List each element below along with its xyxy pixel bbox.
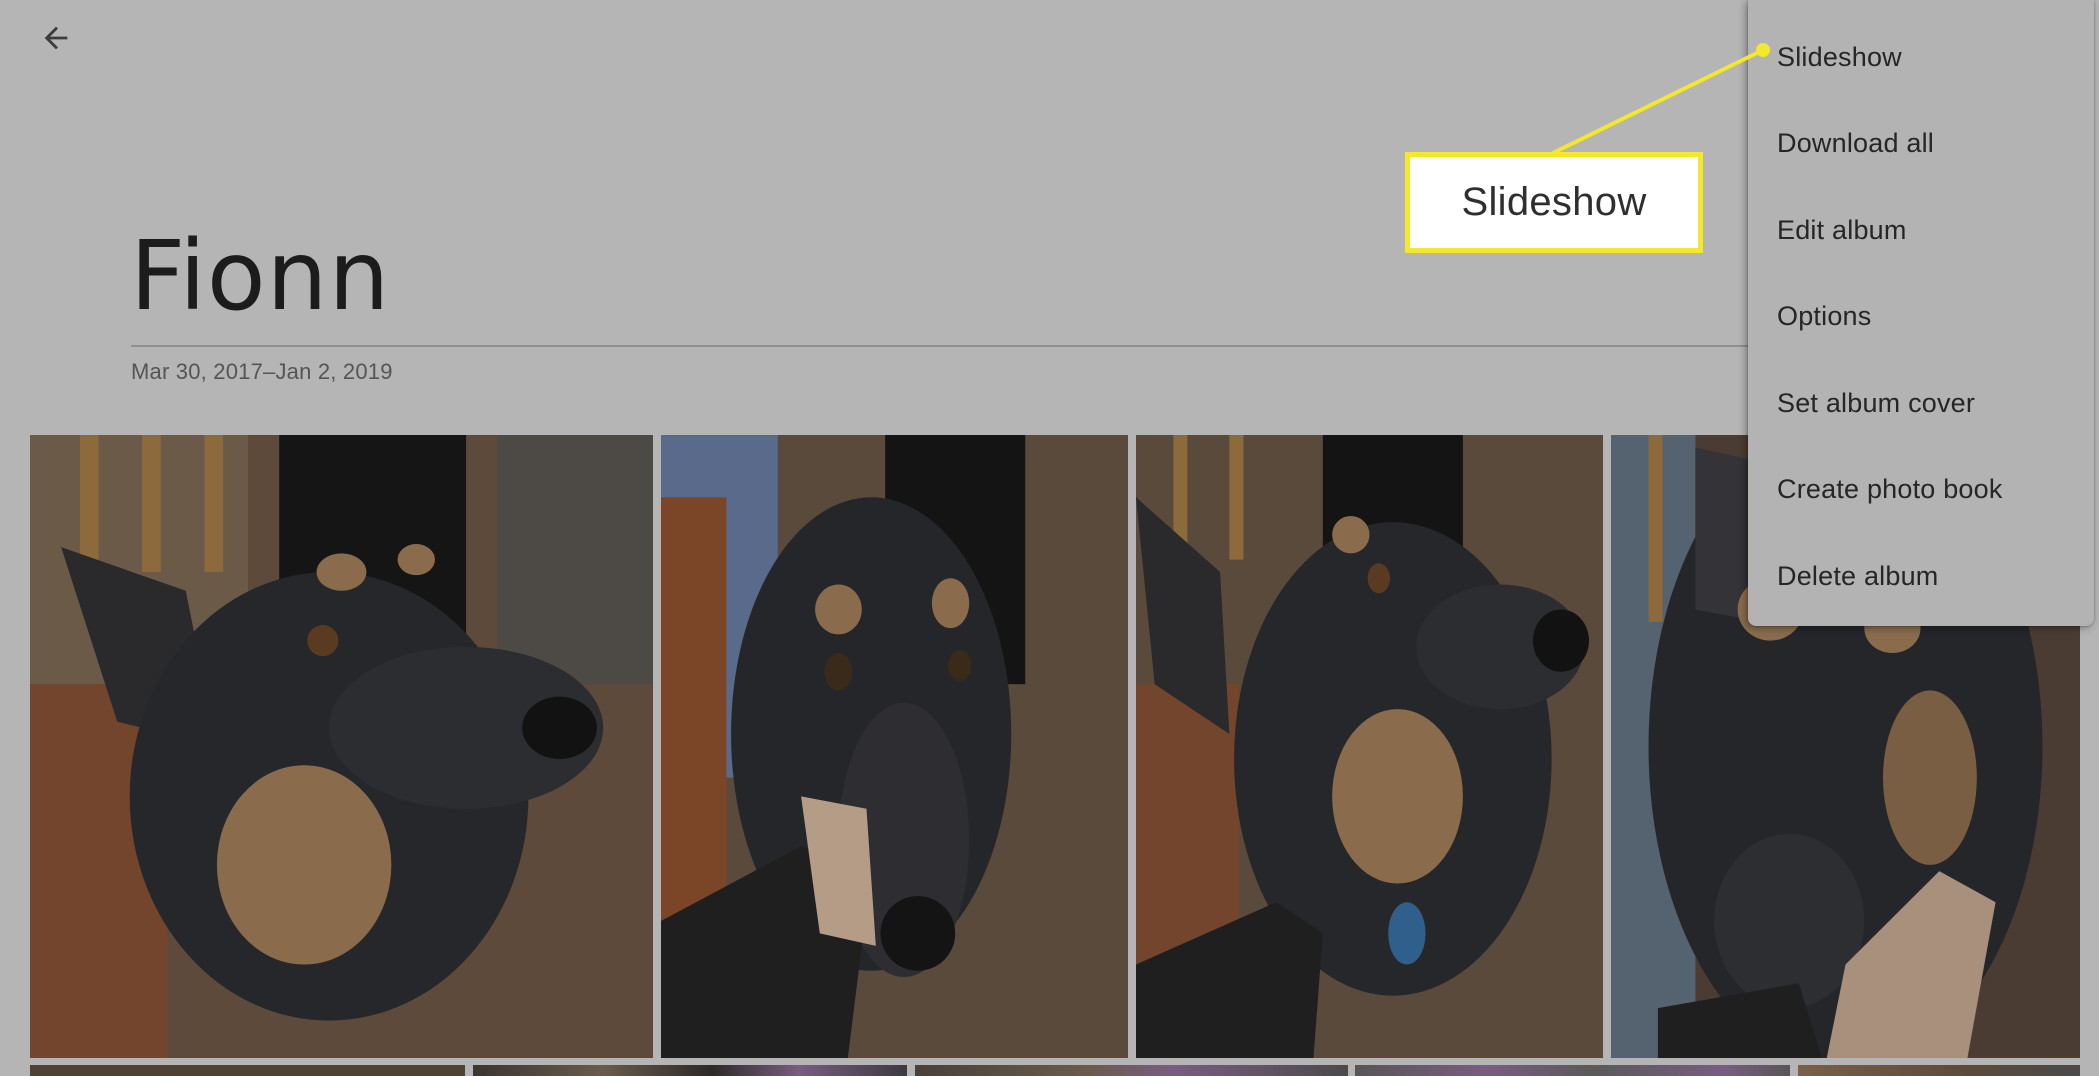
photo-thumbnail[interactable] [661, 435, 1128, 1058]
menu-item-edit-album[interactable]: Edit album [1748, 187, 2094, 274]
annotation-callout: Slideshow [1405, 152, 1703, 253]
album-title[interactable]: Fionn [130, 228, 390, 324]
photo-thumbnail[interactable] [1136, 435, 1603, 1058]
menu-item-options[interactable]: Options [1748, 274, 2094, 361]
photo-thumbnail[interactable] [473, 1065, 907, 1076]
menu-item-set-album-cover[interactable]: Set album cover [1748, 360, 2094, 447]
photo-thumbnail[interactable] [1798, 1065, 2080, 1076]
photo-thumbnail[interactable] [1355, 1065, 1790, 1076]
menu-item-create-photo-book[interactable]: Create photo book [1748, 447, 2094, 534]
photo-thumbnail[interactable] [915, 1065, 1348, 1076]
menu-item-slideshow[interactable]: Slideshow [1748, 14, 2094, 101]
dog-photo-image [1136, 435, 1603, 1058]
photo-thumbnail[interactable] [30, 1065, 465, 1076]
arrow-left-icon [44, 26, 68, 50]
annotation-label: Slideshow [1461, 180, 1647, 224]
photo-thumbnail[interactable] [30, 435, 653, 1058]
album-options-menu: Slideshow Download all Edit album Option… [1748, 0, 2094, 626]
menu-item-download-all[interactable]: Download all [1748, 101, 2094, 188]
menu-item-delete-album[interactable]: Delete album [1748, 533, 2094, 620]
dog-photo-image [30, 435, 653, 1058]
title-divider [131, 345, 1771, 347]
album-date-range: Mar 30, 2017–Jan 2, 2019 [131, 359, 393, 384]
dog-photo-image [661, 435, 1128, 1058]
back-button[interactable] [30, 14, 82, 62]
